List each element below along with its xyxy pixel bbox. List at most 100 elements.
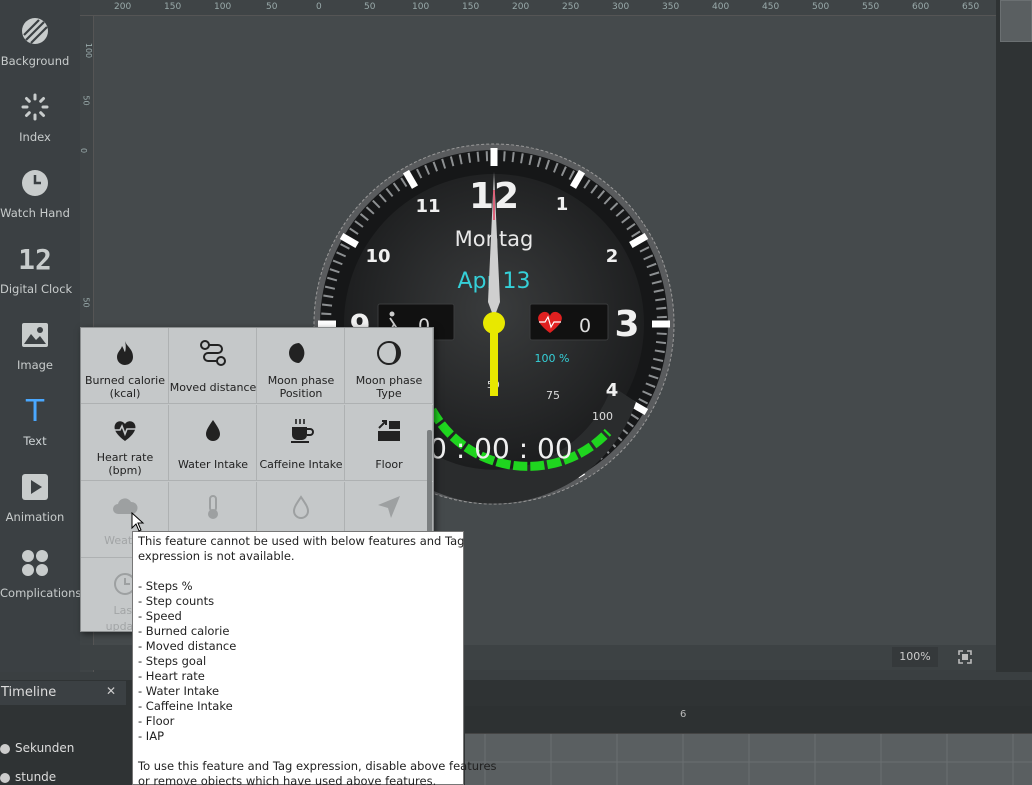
feature-floor[interactable]: Floor	[345, 405, 433, 481]
coffee-icon	[291, 419, 314, 443]
numeral-4: 4	[606, 380, 619, 401]
tool-complications[interactable]: Complications	[0, 532, 81, 602]
tool-watch-hand[interactable]: Watch Hand	[0, 152, 70, 222]
ruler-top: 200 150 100 50 0 50 100 150 200 250 300 …	[80, 0, 996, 16]
feature-label: Floor	[375, 458, 403, 471]
layer-name: Sekunden	[15, 741, 75, 755]
layer-name: stunde	[15, 770, 57, 784]
tooltip-list-item: - Steps %	[138, 579, 193, 593]
numeral-2: 2	[606, 246, 619, 267]
tool-label: Image	[16, 358, 54, 372]
watch-hand-icon	[20, 168, 50, 198]
ruler-label: 100	[84, 42, 94, 59]
index-icon	[20, 92, 50, 122]
gauge-label-75: 75	[546, 389, 560, 402]
digital-clock-icon: 12	[18, 242, 52, 276]
tooltip-text: or remove objects which have used above …	[138, 774, 437, 785]
numeral-10: 10	[365, 246, 390, 267]
mouse-cursor-icon	[131, 512, 145, 532]
complications-icon	[20, 548, 50, 578]
tooltip-list-item: - Floor	[138, 714, 175, 728]
tool-text[interactable]: T Text	[0, 380, 70, 450]
image-icon	[20, 320, 50, 350]
water-drop-icon	[206, 420, 220, 441]
feature-heart-rate[interactable]: Heart rate (bpm)	[81, 405, 169, 481]
ruler-label: 150	[462, 2, 480, 12]
tool-label: Text	[23, 434, 47, 448]
background-icon	[20, 16, 50, 46]
ruler-label: 150	[164, 2, 182, 12]
text-icon: T	[25, 393, 45, 429]
feature-tooltip: This feature cannot be used with below f…	[132, 531, 497, 785]
ruler-label: 50	[364, 2, 376, 12]
left-toolbar: Background Index Watch Hand 12 Digital C…	[0, 0, 81, 672]
feature-label: Moved distance	[169, 381, 257, 394]
tool-background[interactable]: Background	[0, 0, 70, 70]
numeral-3: 3	[614, 304, 639, 345]
tooltip-list-item: - Heart rate	[138, 669, 205, 683]
feature-burned-calorie[interactable]: Burned calorie (kcal)	[81, 328, 169, 404]
ruler-label: 0	[79, 147, 89, 154]
ruler-label: 100	[214, 2, 232, 12]
fit-screen-icon[interactable]	[957, 649, 973, 665]
ruler-label: 0	[316, 2, 322, 12]
timeline-ruler[interactable]: 6	[465, 706, 1032, 734]
feature-label: Moon phase Position	[267, 374, 335, 400]
ruler-label: 600	[912, 2, 930, 12]
ruler-label: 550	[862, 2, 880, 12]
tooltip-list-item: - IAP	[138, 729, 164, 743]
zoom-level[interactable]: 100%	[892, 647, 938, 667]
feature-water-intake[interactable]: Water Intake	[169, 405, 257, 481]
ruler-label: 50	[81, 297, 91, 308]
tool-digital-clock[interactable]: 12 Digital Clock	[0, 228, 73, 298]
tool-label: Digital Clock	[0, 282, 73, 296]
tool-label: Watch Hand	[0, 206, 70, 220]
feature-label: Heart rate (bpm)	[96, 451, 154, 477]
features-scrollbar[interactable]	[427, 430, 432, 540]
feature-moon-type[interactable]: Moon phase Type	[345, 328, 433, 404]
heart-rate-icon	[113, 421, 137, 441]
feature-moon-position[interactable]: Moon phase Position	[257, 328, 345, 404]
tooltip-text: expression is not available.	[138, 549, 295, 563]
ruler-label: 250	[562, 2, 580, 12]
right-panel-tab[interactable]	[1000, 0, 1032, 42]
battery-percent: 100 %	[535, 352, 570, 365]
feature-moved-distance[interactable]: Moved distance	[169, 328, 257, 404]
layer-dot-icon	[0, 773, 10, 783]
thermometer-icon	[208, 495, 218, 519]
tooltip-list-item: - Moved distance	[138, 639, 237, 653]
tooltip-list-item: - Steps goal	[138, 654, 207, 668]
animation-icon	[20, 472, 50, 502]
flame-icon	[117, 341, 133, 365]
tooltip-list-item: - Step counts	[138, 594, 215, 608]
tool-image[interactable]: Image	[0, 304, 70, 374]
right-panel	[996, 0, 1032, 672]
tooltip-text: This feature cannot be used with below f…	[138, 534, 465, 548]
navigation-icon	[378, 496, 400, 518]
tool-label: Index	[19, 130, 51, 144]
ruler-label: 300	[612, 2, 630, 12]
tooltip-list-item: - Burned calorie	[138, 624, 230, 638]
feature-label: Water Intake	[177, 458, 249, 471]
tool-animation[interactable]: Animation	[0, 456, 70, 526]
close-icon[interactable]: ✕	[106, 684, 120, 700]
feature-label: Moon phase Type	[355, 374, 423, 400]
heart-rate-value: 0	[579, 315, 591, 337]
feature-label: Caffeine Intake	[259, 458, 343, 471]
tool-label: Background	[0, 54, 70, 68]
ruler-label: 650	[962, 2, 980, 12]
feature-caffeine-intake[interactable]: Caffeine Intake	[257, 405, 345, 481]
tooltip-list-item: - Caffeine Intake	[138, 699, 233, 713]
timeline-tracks[interactable]	[465, 734, 1032, 785]
ruler-label: 50	[81, 95, 91, 106]
tool-index[interactable]: Index	[0, 76, 70, 146]
ruler-label: 200	[512, 2, 530, 12]
timeline-mark: 6	[680, 709, 687, 720]
humidity-icon	[292, 495, 310, 519]
numeral-11: 11	[415, 196, 440, 217]
moon-phase-icon	[377, 341, 401, 365]
gauge-label-100: 100	[592, 410, 613, 423]
tooltip-text: To use this feature and Tag expression, …	[138, 759, 497, 773]
ruler-label: 400	[712, 2, 730, 12]
ruler-label: 450	[762, 2, 780, 12]
